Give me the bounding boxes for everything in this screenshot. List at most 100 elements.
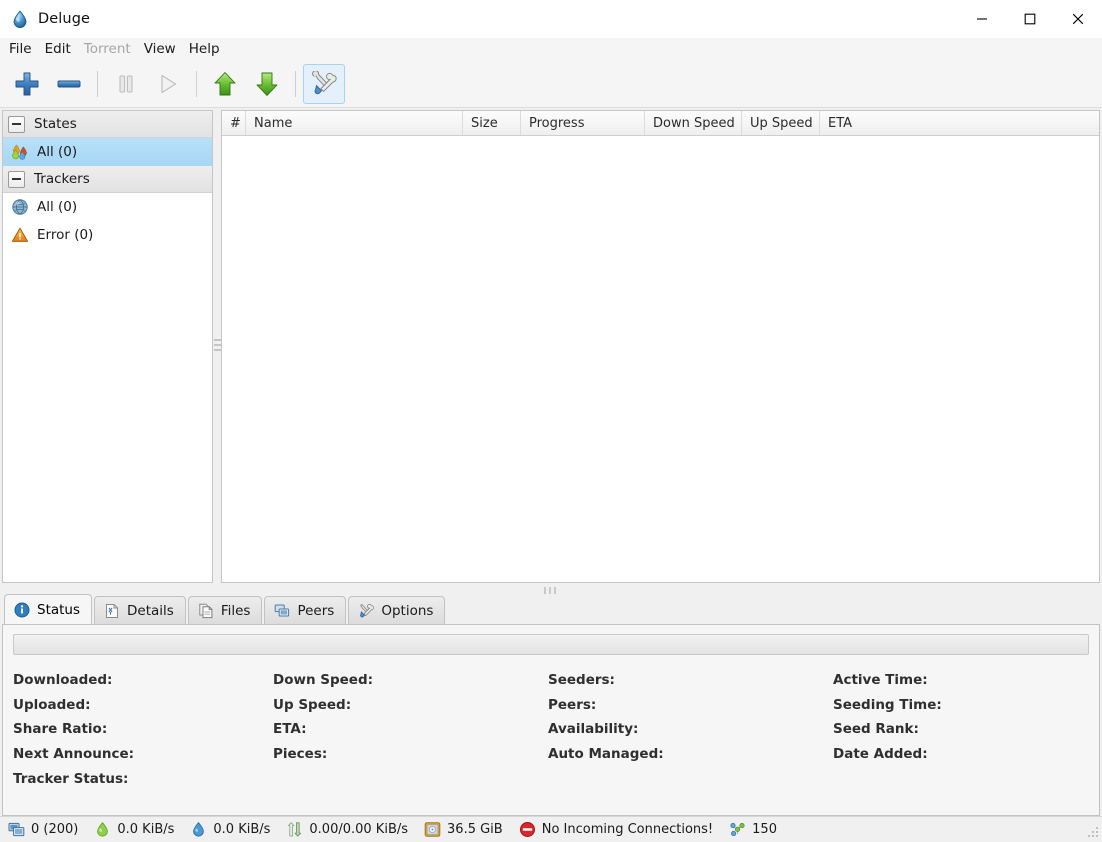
stat-label-uploaded: Uploaded: (13, 696, 91, 713)
menu-bar: File Edit Torrent View Help (0, 38, 1102, 61)
window-title: Deluge (38, 11, 91, 27)
details-icon (104, 603, 120, 619)
tab-files-label: Files (220, 602, 251, 619)
stat-label-seeding-time: Seeding Time: (833, 696, 942, 713)
torrent-list-body[interactable] (222, 136, 1099, 582)
play-icon (155, 71, 181, 97)
toolbar (0, 61, 1102, 108)
toolbar-separator-3 (295, 71, 296, 97)
upper-pane: States All (0) Trackers All (0) Error (0… (0, 108, 1102, 583)
menu-edit[interactable]: Edit (45, 40, 79, 59)
dht-nodes-status[interactable]: 150 (729, 821, 777, 838)
menu-view[interactable]: View (144, 40, 184, 59)
menu-help[interactable]: Help (189, 40, 228, 59)
incoming-connections-status[interactable]: No Incoming Connections! (519, 821, 713, 838)
column-header-name[interactable]: Name (246, 111, 463, 135)
tab-files[interactable]: Files (187, 596, 263, 624)
stat-label-share-ratio: Share Ratio: (13, 721, 108, 738)
warning-triangle-icon (11, 226, 29, 244)
upload-speed-status[interactable]: 0.0 KiB/s (190, 821, 270, 838)
download-speed-status-text: 0.0 KiB/s (117, 822, 175, 837)
column-header-eta[interactable]: ETA (820, 111, 1099, 135)
vertical-splitter[interactable] (213, 110, 221, 583)
computer-icon (8, 821, 25, 838)
remove-torrent-button[interactable] (48, 64, 90, 104)
sidebar-item-trackers-all[interactable]: All (0) (3, 193, 212, 221)
sidebar-group-trackers-label: Trackers (34, 171, 90, 187)
sidebar-item-trackers-error[interactable]: Error (0) (3, 221, 212, 249)
options-icon (358, 603, 375, 619)
minimize-button[interactable] (958, 0, 1006, 38)
menu-torrent: Torrent (83, 41, 131, 57)
deluge-droplet-icon (10, 9, 30, 29)
collapse-states-icon[interactable] (8, 115, 25, 133)
deluge-window: Deluge File Edit Torrent View Help State… (0, 0, 1102, 842)
sidebar-item-states-all-label: All (0) (37, 144, 78, 160)
vertical-splitter-grip (213, 339, 221, 354)
queue-down-button[interactable] (246, 64, 288, 104)
toolbar-separator-2 (196, 71, 197, 97)
window-controls (958, 0, 1102, 38)
torrent-progress-bar (13, 634, 1089, 655)
menu-file[interactable]: File (9, 40, 40, 59)
column-header-index[interactable]: # (222, 111, 246, 135)
free-space-status-text: 36.5 GiB (447, 822, 503, 837)
upload-speed-status-text: 0.0 KiB/s (213, 822, 271, 837)
download-speed-status[interactable]: 0.0 KiB/s (94, 821, 174, 838)
sidebar-group-trackers[interactable]: Trackers (3, 166, 212, 193)
blue-droplet-icon (190, 821, 207, 838)
status-stats-grid: Downloaded: Down Speed: Seeders: Active … (13, 668, 1089, 792)
close-button[interactable] (1054, 0, 1102, 38)
deluge-multi-droplet-icon (11, 143, 29, 161)
detail-panel-body: Downloaded: Down Speed: Seeders: Active … (2, 624, 1100, 816)
queue-up-button[interactable] (204, 64, 246, 104)
add-torrent-button[interactable] (6, 64, 48, 104)
sidebar-group-states-label: States (34, 116, 77, 132)
arrow-down-icon (253, 70, 281, 98)
maximize-button[interactable] (1006, 0, 1054, 38)
tab-status[interactable]: Status (4, 594, 93, 624)
tab-peers[interactable]: Peers (264, 596, 347, 624)
resize-grip-icon[interactable] (1086, 823, 1100, 837)
collapse-trackers-icon[interactable] (8, 170, 25, 188)
sidebar-item-trackers-all-label: All (0) (37, 199, 78, 215)
title-bar: Deluge (0, 0, 1102, 38)
protocol-traffic-status[interactable]: 0.00/0.00 KiB/s (286, 821, 408, 838)
incoming-connections-status-text: No Incoming Connections! (541, 822, 714, 837)
pause-icon (113, 71, 139, 97)
horizontal-splitter[interactable] (0, 583, 1102, 594)
column-header-up-speed[interactable]: Up Speed (742, 111, 820, 135)
stat-label-peers: Peers: (548, 696, 597, 713)
resume-button (147, 64, 189, 104)
dht-nodes-icon (729, 821, 746, 838)
torrent-list-header: # Name Size Progress Down Speed Up Speed… (222, 111, 1099, 136)
stat-label-auto-managed: Auto Managed: (548, 746, 664, 763)
free-space-status[interactable]: 36.5 GiB (424, 821, 503, 838)
title-bar-left: Deluge (0, 9, 90, 29)
preferences-button[interactable] (303, 64, 345, 104)
tools-icon (311, 71, 337, 97)
updown-arrows-icon (286, 821, 303, 838)
tab-details[interactable]: Details (94, 596, 186, 624)
status-bar: 0 (200) 0.0 KiB/s 0.0 KiB/s 0.00/0.00 Ki… (0, 816, 1102, 842)
sidebar-group-states[interactable]: States (3, 111, 212, 138)
protocol-traffic-status-text: 0.00/0.00 KiB/s (309, 822, 409, 837)
connections-status[interactable]: 0 (200) (8, 821, 78, 838)
pause-button (105, 64, 147, 104)
stat-label-eta: ETA: (273, 721, 307, 738)
main-body: States All (0) Trackers All (0) Error (0… (0, 108, 1102, 816)
column-header-size[interactable]: Size (463, 111, 521, 135)
no-entry-icon (519, 821, 536, 838)
plus-icon (13, 70, 41, 98)
column-header-progress[interactable]: Progress (521, 111, 645, 135)
stat-label-date-added: Date Added: (833, 746, 928, 763)
peers-icon (274, 603, 290, 619)
torrent-list: # Name Size Progress Down Speed Up Speed… (221, 110, 1100, 583)
stat-label-active-time: Active Time: (833, 672, 928, 688)
stat-label-next-announce: Next Announce: (13, 746, 135, 763)
sidebar-item-states-all[interactable]: All (0) (3, 138, 212, 166)
tab-options[interactable]: Options (348, 596, 446, 624)
sidebar-item-trackers-error-label: Error (0) (37, 227, 94, 243)
tab-details-label: Details (127, 602, 174, 619)
column-header-down-speed[interactable]: Down Speed (645, 111, 742, 135)
